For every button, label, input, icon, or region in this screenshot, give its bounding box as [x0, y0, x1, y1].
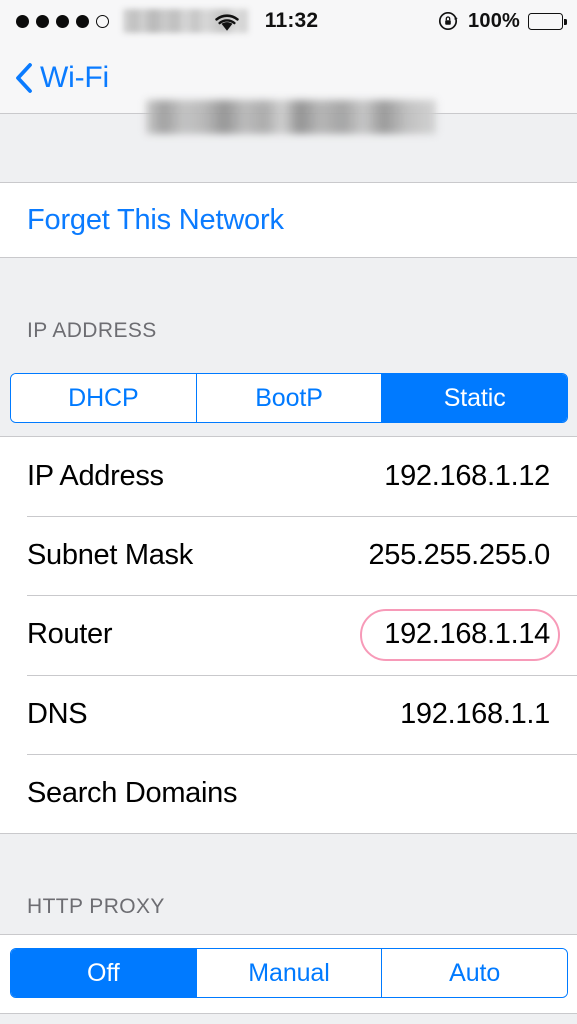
row-value[interactable]: 192.168.1.14: [384, 618, 550, 651]
table-row[interactable]: Search Domains: [0, 753, 577, 833]
back-button[interactable]: Wi-Fi: [14, 42, 109, 113]
ip-settings-rows: IP Address 192.168.1.12 Subnet Mask 255.…: [0, 436, 577, 834]
ip-address-section-header: IP ADDRESS: [27, 319, 157, 342]
row-label: IP Address: [27, 460, 164, 493]
row-value[interactable]: 192.168.1.1: [400, 698, 550, 731]
forget-this-network-button[interactable]: Forget This Network: [0, 183, 577, 257]
table-row[interactable]: Subnet Mask 255.255.255.0: [0, 516, 577, 595]
network-name-title-redacted: [146, 100, 436, 134]
segment-manual[interactable]: Manual: [196, 949, 383, 997]
row-label: Router: [27, 618, 113, 651]
battery-percentage: 100%: [468, 9, 520, 32]
ios-wifi-settings-screen: 11:32 100% Wi-Fi Forget This Network IP …: [0, 0, 577, 1024]
segment-auto[interactable]: Auto: [382, 949, 567, 997]
ip-mode-segmented-control[interactable]: DHCP BootP Static: [10, 373, 568, 423]
segment-bootp[interactable]: BootP: [196, 374, 383, 422]
table-row[interactable]: Router 192.168.1.14: [0, 595, 577, 674]
status-bar: 11:32 100%: [0, 0, 577, 42]
forget-this-network-label: Forget This Network: [27, 203, 284, 236]
status-bar-right: 100%: [438, 0, 567, 42]
segment-dhcp[interactable]: DHCP: [11, 374, 197, 422]
back-button-label: Wi-Fi: [40, 60, 109, 94]
row-value[interactable]: 255.255.255.0: [368, 539, 550, 572]
segment-static[interactable]: Static: [382, 374, 567, 422]
proxy-mode-segmented-control[interactable]: Off Manual Auto: [10, 948, 568, 998]
row-label: Search Domains: [27, 776, 238, 809]
chevron-left-icon: [16, 62, 32, 93]
row-label: Subnet Mask: [27, 539, 193, 572]
table-row[interactable]: IP Address 192.168.1.12: [0, 437, 577, 516]
bottom-group-spacer: [0, 1014, 577, 1024]
row-value[interactable]: 192.168.1.12: [384, 460, 550, 493]
segment-off[interactable]: Off: [11, 949, 197, 997]
table-row[interactable]: DNS 192.168.1.1: [0, 674, 577, 754]
navigation-bar: Wi-Fi: [0, 42, 577, 134]
rotation-lock-icon: [438, 11, 458, 31]
battery-icon: [528, 12, 567, 30]
forget-network-group: Forget This Network: [0, 182, 577, 258]
http-proxy-section-header: HTTP PROXY: [27, 895, 165, 918]
row-label: DNS: [27, 697, 88, 730]
